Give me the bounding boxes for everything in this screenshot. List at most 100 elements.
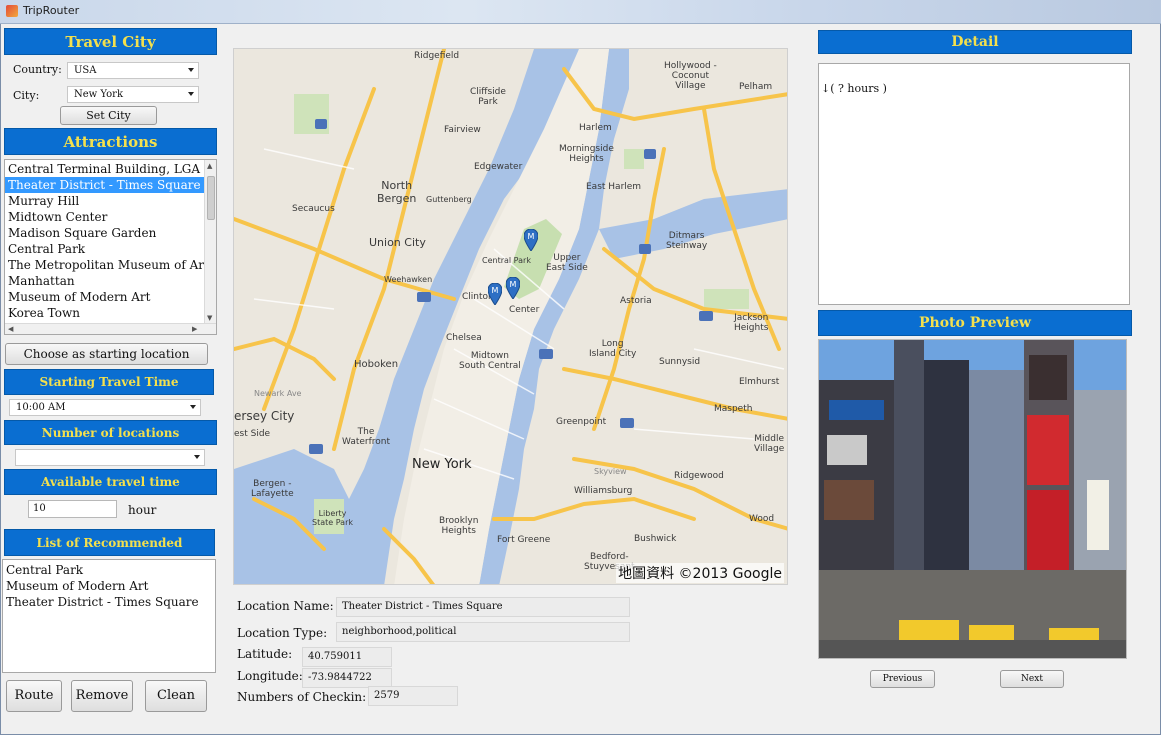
previous-button[interactable]: Previous [870,670,935,688]
svg-text:M: M [528,232,535,241]
attractions-hscroll[interactable]: ◀ ▶ [5,323,216,334]
scroll-left-icon[interactable]: ◀ [8,325,13,333]
next-button[interactable]: Next [1000,670,1064,688]
map-label-cliffside: Cliffside Park [470,87,506,107]
map-label-union-city: Union City [369,236,426,249]
list-item[interactable]: Central Terminal Building, LGA [5,161,205,177]
city-label: City: [13,89,40,102]
set-city-button[interactable]: Set City [60,106,157,125]
chevron-down-icon [190,405,196,409]
photo-preview-image [818,339,1127,659]
hour-unit-label: hour [128,503,157,517]
list-item[interactable]: Central Park [5,241,205,257]
map-view[interactable]: Ridgefield Cliffside Park Fairview Edgew… [233,48,788,585]
map-label-jackson-heights: Jackson Heights [734,313,769,333]
attractions-list[interactable]: Central Terminal Building, LGA Theater Di… [4,159,217,335]
list-item[interactable]: The Metropolitan Museum of Art [5,257,209,273]
country-select[interactable]: USA [67,62,199,79]
scroll-down-icon[interactable]: ▼ [207,314,212,322]
map-label-chelsea: Chelsea [446,333,482,343]
title-bar: TripRouter [0,0,1161,24]
map-label-west-side: est Side [234,429,271,439]
city-select[interactable]: New York [67,86,199,103]
map-attribution: 地圖資料 ©2013 Google [616,563,784,583]
location-name-field[interactable]: Theater District - Times Square [336,597,630,617]
checkin-field[interactable]: 2579 [368,686,458,706]
map-label-east-harlem: East Harlem [586,182,642,192]
list-item[interactable]: Madison Square Garden [5,225,205,241]
map-label-williamsburg: Williamsburg [574,486,633,496]
remove-button[interactable]: Remove [71,680,133,712]
route-button[interactable]: Route [6,680,62,712]
longitude-label: Longitude: [237,669,303,683]
map-label-secaucus: Secaucus [292,204,335,214]
map-label-bergen-lafayette: Bergen - Lafayette [251,479,294,499]
num-locations-select[interactable] [15,449,205,466]
map-label-harlem: Harlem [579,123,612,133]
list-item[interactable]: Murray Hill [5,193,205,209]
map-pin-icon: M [524,229,538,251]
travel-city-header: Travel City [4,28,217,55]
map-label-pelham: Pelham [739,82,773,92]
map-label-center: Center [509,305,540,315]
map-label-ditmars: Ditmars Steinway [666,231,708,251]
map-label-midtown-south: Midtown South Central [459,351,521,371]
attractions-vscroll[interactable]: ▲ ▼ [204,160,216,324]
location-type-field[interactable]: neighborhood,political [336,622,630,642]
choose-starting-button[interactable]: Choose as starting location [5,343,208,365]
map-marker-moma[interactable]: M [506,277,520,299]
map-label-greenpoint: Greenpoint [556,417,607,427]
app-icon [6,5,18,17]
list-item[interactable]: Midtown Center [5,209,205,225]
latitude-field[interactable]: 40.759011 [302,647,392,667]
num-locations-header: Number of locations [4,420,217,445]
starting-time-value: 10:00 AM [16,402,66,413]
map-label-skyview: Skyview [594,467,627,476]
list-item[interactable]: Korea Town [5,305,205,321]
city-value: New York [74,89,123,100]
map-label-jersey-city: ersey City [234,409,295,423]
available-time-input[interactable]: 10 [28,500,117,518]
map-label-brooklyn-heights: Brooklyn Heights [439,516,479,536]
list-item[interactable]: Theater District - Times Square [3,594,213,610]
detail-header: Detail [818,30,1132,54]
latitude-label: Latitude: [237,647,293,661]
clean-button[interactable]: Clean [145,680,207,712]
location-name-label: Location Name: [237,599,334,613]
map-label-elmhurst: Elmhurst [739,377,780,387]
attractions-header: Attractions [4,128,217,155]
map-label-weehawken: Weehawken [384,275,433,284]
scroll-up-icon[interactable]: ▲ [207,162,212,170]
map-pin-icon: M [488,283,502,305]
country-value: USA [74,65,97,76]
map-canvas [234,49,787,584]
map-label-bushwick: Bushwick [634,534,677,544]
detail-panel: ↓( ? hours ) [818,63,1130,305]
starting-time-select[interactable]: 10:00 AM [9,399,201,416]
map-marker-times-square[interactable]: M [488,283,502,305]
list-item[interactable]: Central Park [3,562,213,578]
photo-preview-header: Photo Preview [818,310,1132,336]
map-label-edgewater: Edgewater [474,162,523,172]
longitude-field[interactable]: -73.9844722 [302,668,392,688]
map-label-morningside: Morningside Heights [559,144,614,164]
recommended-list[interactable]: Central Park Museum of Modern Art Theater … [2,559,216,673]
scroll-right-icon[interactable]: ▶ [192,325,197,333]
map-label-long-island-city: Long Island City [589,339,637,359]
map-label-guttenberg: Guttenberg [426,195,472,204]
window-title: TripRouter [23,4,80,17]
map-label-new-york: New York [412,457,472,472]
chevron-down-icon [188,68,194,72]
list-item[interactable]: Museum of Modern Art [5,289,205,305]
list-item[interactable]: Museum of Modern Art [3,578,213,594]
map-label-sunnyside: Sunnysid [659,357,701,367]
list-item[interactable]: Theater District - Times Square [5,177,205,193]
scroll-thumb[interactable] [207,176,215,220]
map-marker-central-park[interactable]: M [524,229,538,251]
starting-time-header: Starting Travel Time [4,369,214,395]
checkin-label: Numbers of Checkin: [237,690,367,704]
map-label-newark-ave: Newark Ave [254,389,302,398]
map-label-fort-greene: Fort Greene [497,535,551,545]
recommended-header: List of Recommended Attractions [4,529,215,576]
list-item[interactable]: Manhattan [5,273,205,289]
